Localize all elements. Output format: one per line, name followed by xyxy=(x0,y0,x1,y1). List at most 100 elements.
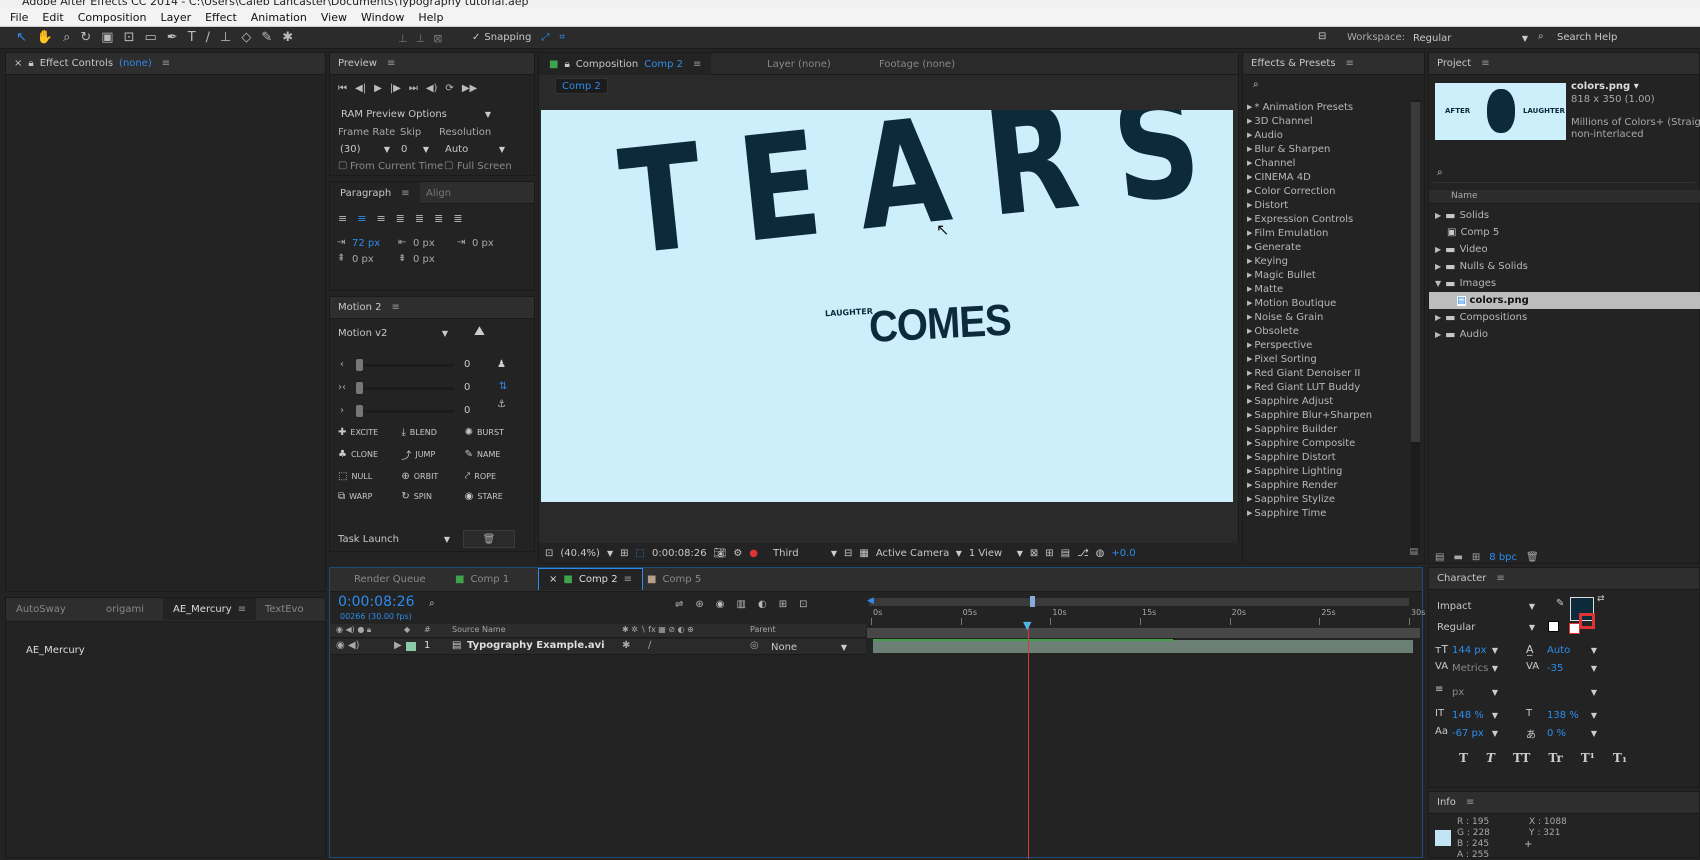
effects-category[interactable]: ▶ Sapphire Composite xyxy=(1247,436,1409,450)
motion-slider-3[interactable] xyxy=(358,410,454,413)
menu-effect[interactable]: Effect xyxy=(205,11,237,24)
char-style-button[interactable]: T xyxy=(1486,751,1495,765)
full-screen-checkbox[interactable]: ▢ xyxy=(444,160,453,171)
motion-slider-2[interactable] xyxy=(358,387,454,390)
justify-center-icon[interactable]: ≣ xyxy=(415,212,424,225)
parent-column[interactable]: Parent xyxy=(750,625,776,634)
snap-edge-icon[interactable]: ⤢ xyxy=(541,32,549,43)
effects-category[interactable]: ▶ Matte xyxy=(1247,282,1409,296)
motion-burst-button[interactable]: ✺ BURST xyxy=(465,427,528,438)
shy-switch-icon[interactable]: ✱ xyxy=(622,640,630,651)
tab-ae-mercury[interactable]: AE_Mercury ≡ xyxy=(163,598,257,620)
char-style-button[interactable]: Tr xyxy=(1548,751,1562,765)
frame-rate-dropdown[interactable]: (30) ▼ xyxy=(340,141,390,157)
flowchart-icon[interactable]: ⎇ xyxy=(1077,548,1089,559)
effects-category[interactable]: ▶ Expression Controls xyxy=(1247,212,1409,226)
panel-menu-icon[interactable]: ≡ xyxy=(391,302,399,313)
resolution-dropdown[interactable]: Third ▼ xyxy=(773,545,837,561)
effects-scrollbar[interactable] xyxy=(1411,100,1420,548)
timeline-timecode[interactable]: 0:00:08:26 xyxy=(338,594,415,610)
timeline-icon[interactable]: ▤ xyxy=(1061,548,1070,559)
time-ruler[interactable]: ◀ 0s 05s 10s 15s 20s 25s 30s xyxy=(867,594,1425,638)
effects-category[interactable]: ▶ Sapphire Time xyxy=(1247,506,1409,520)
playhead-icon[interactable]: ▼ xyxy=(1023,619,1031,632)
layer-duration-bar[interactable] xyxy=(873,640,1413,653)
project-item[interactable]: ▶ ▬ Video xyxy=(1429,241,1700,258)
pen-tool-icon[interactable]: ✒ xyxy=(167,30,178,45)
tab-composition[interactable]: ■ 🔒︎ Composition Comp 2 ≡ xyxy=(539,53,712,75)
comp-canvas[interactable]: TEARS LAUGHTER COMES ↖ xyxy=(541,110,1233,502)
lock-icon[interactable]: 🔒︎ xyxy=(28,58,33,69)
draft-3d-icon[interactable]: ⊛ xyxy=(695,599,703,610)
rectangle-tool-icon[interactable]: ▭ xyxy=(144,30,156,45)
close-icon[interactable]: × xyxy=(549,574,557,585)
mountains-icon[interactable]: ⛰ xyxy=(474,324,485,339)
work-area-start-icon[interactable]: ◀ xyxy=(867,596,874,606)
roto-brush-icon[interactable]: ✎ xyxy=(261,30,272,45)
file-name[interactable]: colors.png ▾ xyxy=(1571,81,1639,92)
panel-menu-icon[interactable]: ≡ xyxy=(387,58,395,69)
lock-icon[interactable]: 🔒︎ xyxy=(564,59,569,70)
expanded-arrow-icon[interactable]: ▼ xyxy=(1435,279,1441,288)
motion-slider-1-handle[interactable] xyxy=(356,359,363,371)
char-style-button[interactable]: T xyxy=(1459,751,1468,765)
motion-rope-button[interactable]: ⤤ ROPE xyxy=(465,471,528,482)
timeline-nav-bar[interactable] xyxy=(867,628,1420,638)
motion-jump-button[interactable]: ⤴ JUMP xyxy=(401,447,464,462)
frame-blending-icon[interactable]: ▥ xyxy=(737,599,746,610)
eraser-tool-icon[interactable]: ◇ xyxy=(241,30,251,45)
menu-composition[interactable]: Composition xyxy=(78,11,147,24)
kerning-field[interactable]: Metrics ▼ xyxy=(1452,660,1498,676)
views-dropdown[interactable]: 1 View ▼ xyxy=(969,545,1023,561)
menu-layer[interactable]: Layer xyxy=(160,11,191,24)
expand-arrow-icon[interactable]: ▶ xyxy=(394,640,402,651)
tab-comp-1[interactable]: ■ Comp 1 xyxy=(445,568,519,590)
effects-category[interactable]: ▶ Distort xyxy=(1247,198,1409,212)
skip-dropdown[interactable]: 0 ▼ xyxy=(401,141,429,157)
project-item[interactable]: ▶ ▬ Nulls & Solids xyxy=(1429,258,1700,275)
snapping-checkbox[interactable]: ✓ xyxy=(472,32,480,43)
motion-slider-2-handle[interactable] xyxy=(356,382,363,394)
resolution-dropdown[interactable]: Auto ▼ xyxy=(445,141,505,157)
workspace-dropdown[interactable]: Regular ▼ xyxy=(1413,30,1528,46)
collapsed-arrow-icon[interactable]: ▶ xyxy=(1435,313,1441,322)
collapsed-arrow-icon[interactable]: ▶ xyxy=(1435,262,1441,271)
motion-slider-3-handle[interactable] xyxy=(356,405,363,417)
parent-dropdown[interactable]: None ▼ xyxy=(771,639,847,655)
panel-menu-icon[interactable]: ≡ xyxy=(1481,58,1489,69)
comp-mini-flowchart-icon[interactable]: ⇌ xyxy=(675,599,683,610)
quality-switch-icon[interactable]: ∕ xyxy=(648,640,651,651)
anchor-icon[interactable]: ⚓︎ xyxy=(497,399,506,410)
justify-right-icon[interactable]: ≣ xyxy=(434,212,443,225)
effects-category[interactable]: ▶ Film Emulation xyxy=(1247,226,1409,240)
play-icon[interactable]: ▶ xyxy=(374,83,382,94)
toggle-pixel-icon[interactable]: ⊠ xyxy=(1030,548,1038,559)
playhead-line[interactable] xyxy=(1028,624,1029,859)
stroke-color-swatch[interactable] xyxy=(1579,613,1595,629)
effects-category[interactable]: ▶ 3D Channel xyxy=(1247,114,1409,128)
effects-category[interactable]: ▶ Motion Boutique xyxy=(1247,296,1409,310)
tab-align[interactable]: Align xyxy=(416,182,461,204)
layer-label-color[interactable] xyxy=(406,642,416,651)
panel-menu-icon[interactable]: ≡ xyxy=(1496,573,1504,584)
motion-slider-1[interactable] xyxy=(358,364,454,367)
selection-tool-icon[interactable]: ↖ xyxy=(16,30,27,45)
motion-warp-button[interactable]: ⧉ WARP xyxy=(338,491,401,502)
layer-name[interactable]: Typography Example.avi xyxy=(467,640,605,651)
transparency-grid-icon[interactable]: ▦ xyxy=(859,548,868,559)
new-bin-icon[interactable]: ▤ xyxy=(1409,547,1418,557)
ram-preview-options-dropdown[interactable]: RAM Preview Options ▼ xyxy=(341,106,491,122)
panel-menu-icon[interactable]: ≡ xyxy=(162,58,170,69)
pin-icon[interactable]: ♟ xyxy=(497,359,506,370)
timeline-search-icon[interactable]: ⌕ xyxy=(429,598,435,609)
new-folder-icon[interactable]: ▬ xyxy=(1453,552,1462,563)
motion-spin-button[interactable]: ↻ SPIN xyxy=(401,491,464,502)
space-before-value[interactable]: 0 px xyxy=(352,254,374,265)
axis-local-icon[interactable]: ⊥ xyxy=(398,32,408,45)
leading-field[interactable]: Auto ▼ xyxy=(1547,642,1597,658)
effects-category[interactable]: ▶ Sapphire Builder xyxy=(1247,422,1409,436)
align-left-icon[interactable]: ≡ xyxy=(338,212,347,225)
font-dropdown[interactable]: Impact ▼ xyxy=(1437,598,1535,614)
snapshot-icon[interactable]: 📷︎ xyxy=(714,548,727,559)
effects-category[interactable]: ▶ Sapphire Lighting xyxy=(1247,464,1409,478)
